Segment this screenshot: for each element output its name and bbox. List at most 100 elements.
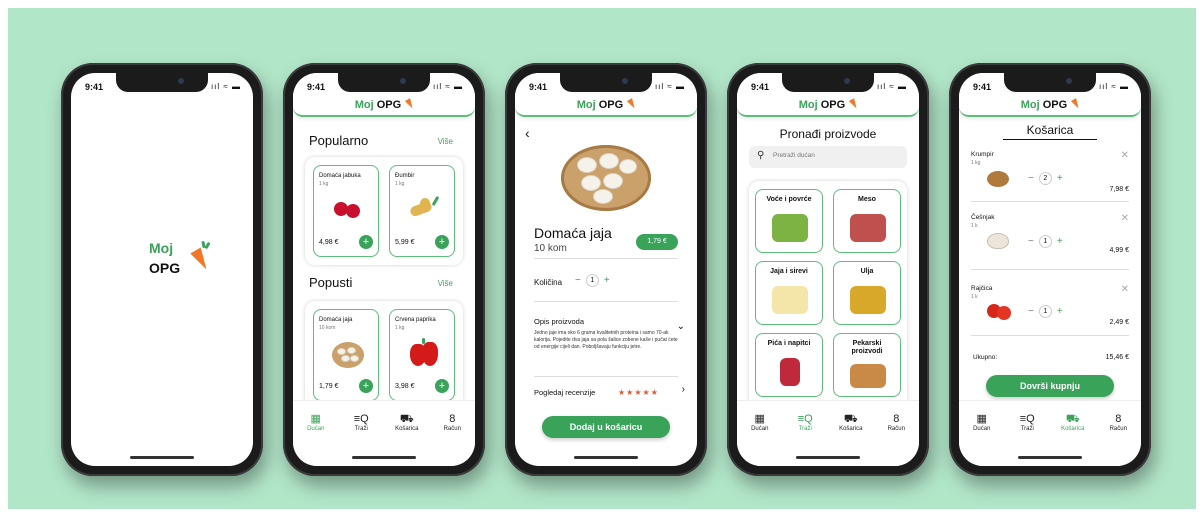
chevron-right-icon[interactable]: › <box>682 384 685 395</box>
add-to-cart-button[interactable]: + <box>359 235 373 249</box>
status-time: 9:41 <box>307 82 326 92</box>
decrease-button[interactable]: − <box>1028 173 1034 184</box>
notch <box>1004 73 1096 92</box>
remove-item-button[interactable]: ✕ <box>1121 284 1129 295</box>
reviews-link[interactable]: Pogledaj recenzije <box>534 388 595 397</box>
store-icon: ▦ <box>754 413 765 425</box>
status-indicators-icon: ııl ≈ ▬ <box>654 82 685 91</box>
home-indicator <box>352 456 416 459</box>
nav-account[interactable]: 8 Račun <box>1100 413 1136 466</box>
total-value: 15,46 € <box>1105 354 1129 361</box>
nav-label: Traži <box>798 426 812 432</box>
header-logo[interactable]: Moj OPG <box>293 98 475 111</box>
logo-text-opg: OPG <box>149 260 181 276</box>
increase-button[interactable]: + <box>1057 236 1063 247</box>
status-time: 9:41 <box>973 82 992 92</box>
cart-item-name: Rajčica <box>971 285 993 292</box>
category-oils[interactable]: Ulja <box>833 261 901 325</box>
quantity-stepper[interactable]: − 1 + <box>1028 305 1063 318</box>
discount-products: Domaća jaja 10 kom 1,79 € + Crvena papri… <box>305 301 463 409</box>
quantity-stepper[interactable]: − 1 + <box>575 274 610 287</box>
product-card[interactable]: Đumbir 1 kg 5,99 € + <box>389 165 455 257</box>
cart-icon: ⛟ <box>843 413 858 425</box>
product-price: 4,98 € <box>319 239 339 246</box>
category-bakery[interactable]: Pekarski proizvodi <box>833 333 901 397</box>
quantity-value: 1 <box>1038 235 1052 248</box>
increase-button[interactable]: + <box>1057 306 1063 317</box>
eggs-cheese-image <box>772 286 808 314</box>
increase-button[interactable]: + <box>1057 173 1063 184</box>
decrease-button[interactable]: − <box>575 275 581 286</box>
decrease-button[interactable]: − <box>1028 306 1034 317</box>
search-input[interactable]: ⚲ Pretraži dućan <box>749 146 907 168</box>
product-card[interactable]: Domaća jaja 10 kom 1,79 € + <box>313 309 379 401</box>
vegetables-image <box>772 214 808 242</box>
store-icon: ▦ <box>310 413 321 425</box>
quantity-stepper[interactable]: − 1 + <box>1028 235 1063 248</box>
nav-label: Račun <box>1109 426 1127 432</box>
remove-item-button[interactable]: ✕ <box>1121 213 1129 224</box>
nav-shop[interactable]: ▦ Dućan <box>742 413 778 466</box>
potato-image <box>987 171 1009 187</box>
nav-account[interactable]: 8 Račun <box>878 413 914 466</box>
decrease-button[interactable]: − <box>1028 236 1034 247</box>
splash-screen: 9:41 ııl ≈ ▬ Moj OPG <box>71 73 253 466</box>
logo-text-opg: OPG <box>598 99 624 111</box>
search-list-icon: ≡Q <box>797 413 813 425</box>
back-button[interactable]: ‹ <box>525 125 530 141</box>
divider <box>534 258 678 259</box>
cart-item-qty: 1 kg <box>971 160 981 166</box>
add-to-cart-button[interactable]: + <box>435 379 449 393</box>
quantity-value: 2 <box>1038 172 1052 185</box>
nav-account[interactable]: 8 Račun <box>434 413 470 466</box>
carrot-icon <box>849 98 860 110</box>
logo-text-moj: Moj <box>354 99 374 111</box>
user-icon: 8 <box>1115 413 1122 425</box>
add-to-cart-button[interactable]: + <box>435 235 449 249</box>
apple-image <box>330 194 364 224</box>
pepper-image <box>406 338 440 368</box>
category-grid: Voće i povrće Meso Jaja i sirevi Ulja Pi… <box>749 181 907 409</box>
nav-label: Račun <box>443 426 461 432</box>
category-label: Pića i napitci <box>767 340 811 347</box>
nav-label: Dućan <box>307 426 325 432</box>
search-placeholder: Pretraži dućan <box>773 152 815 159</box>
product-card[interactable]: Domaća jabuka 1 kg 4,98 € + <box>313 165 379 257</box>
cart-item-price: 7,98 € <box>1109 186 1129 193</box>
garlic-image <box>987 233 1009 249</box>
category-drinks[interactable]: Pića i napitci <box>755 333 823 397</box>
notch <box>782 73 874 92</box>
nav-shop[interactable]: ▦ Dućan <box>964 413 1000 466</box>
discount-title: Popusti <box>309 275 353 290</box>
discount-more-link[interactable]: Više <box>438 279 453 288</box>
user-icon: 8 <box>449 413 456 425</box>
header-logo[interactable]: Moj OPG <box>515 98 697 111</box>
category-fruit-vegetables[interactable]: Voće i povrće <box>755 189 823 253</box>
search-page-title: Pronađi proizvode <box>779 127 877 141</box>
category-meat[interactable]: Meso <box>833 189 901 253</box>
checkout-button[interactable]: Dovrši kupnju <box>986 375 1114 397</box>
add-to-cart-button[interactable]: + <box>359 379 373 393</box>
shop-screen: Moj OPG 9:41 ııl ≈ ▬ Popularno Više Doma… <box>293 73 475 466</box>
nav-shop[interactable]: ▦ Dućan <box>298 413 334 466</box>
divider <box>534 301 678 302</box>
popular-more-link[interactable]: Više <box>438 137 453 146</box>
category-eggs-cheese[interactable]: Jaja i sirevi <box>755 261 823 325</box>
home-indicator <box>130 456 194 459</box>
total-label: Ukupno: <box>973 354 998 361</box>
tomato-image <box>987 302 1011 320</box>
carrot-leaf-icon <box>201 240 206 249</box>
increase-button[interactable]: + <box>604 275 610 286</box>
nav-label: Dućan <box>973 426 991 432</box>
oils-image <box>850 286 886 314</box>
quantity-stepper[interactable]: − 2 + <box>1028 172 1063 185</box>
product-card[interactable]: Crvena paprika 1 kg 3,98 € + <box>389 309 455 401</box>
header-logo[interactable]: Moj OPG <box>737 98 919 111</box>
nav-label: Dućan <box>751 426 769 432</box>
header-logo[interactable]: Moj OPG <box>959 98 1141 111</box>
description-title: Opis proizvoda <box>534 317 585 326</box>
eggs-basket-image <box>557 139 655 213</box>
add-to-cart-button[interactable]: Dodaj u košaricu <box>542 416 670 438</box>
product-name: Đumbir <box>395 173 415 179</box>
remove-item-button[interactable]: ✕ <box>1121 150 1129 161</box>
